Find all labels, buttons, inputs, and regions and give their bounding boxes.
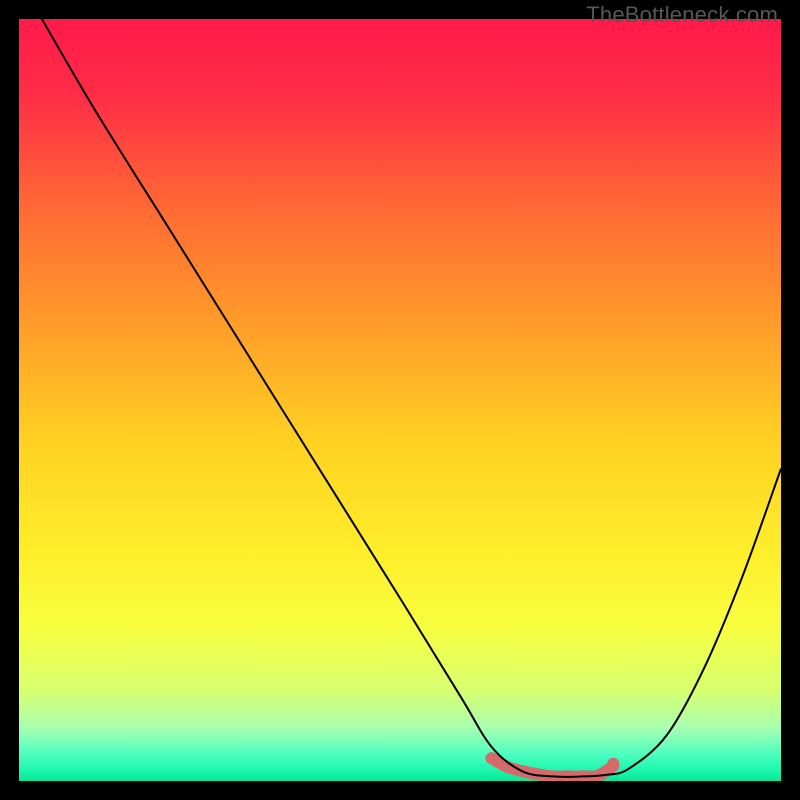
watermark-text: TheBottleneck.com (586, 2, 778, 28)
chart-svg (19, 19, 781, 781)
chart-frame (19, 19, 781, 781)
gradient-background (19, 19, 781, 781)
